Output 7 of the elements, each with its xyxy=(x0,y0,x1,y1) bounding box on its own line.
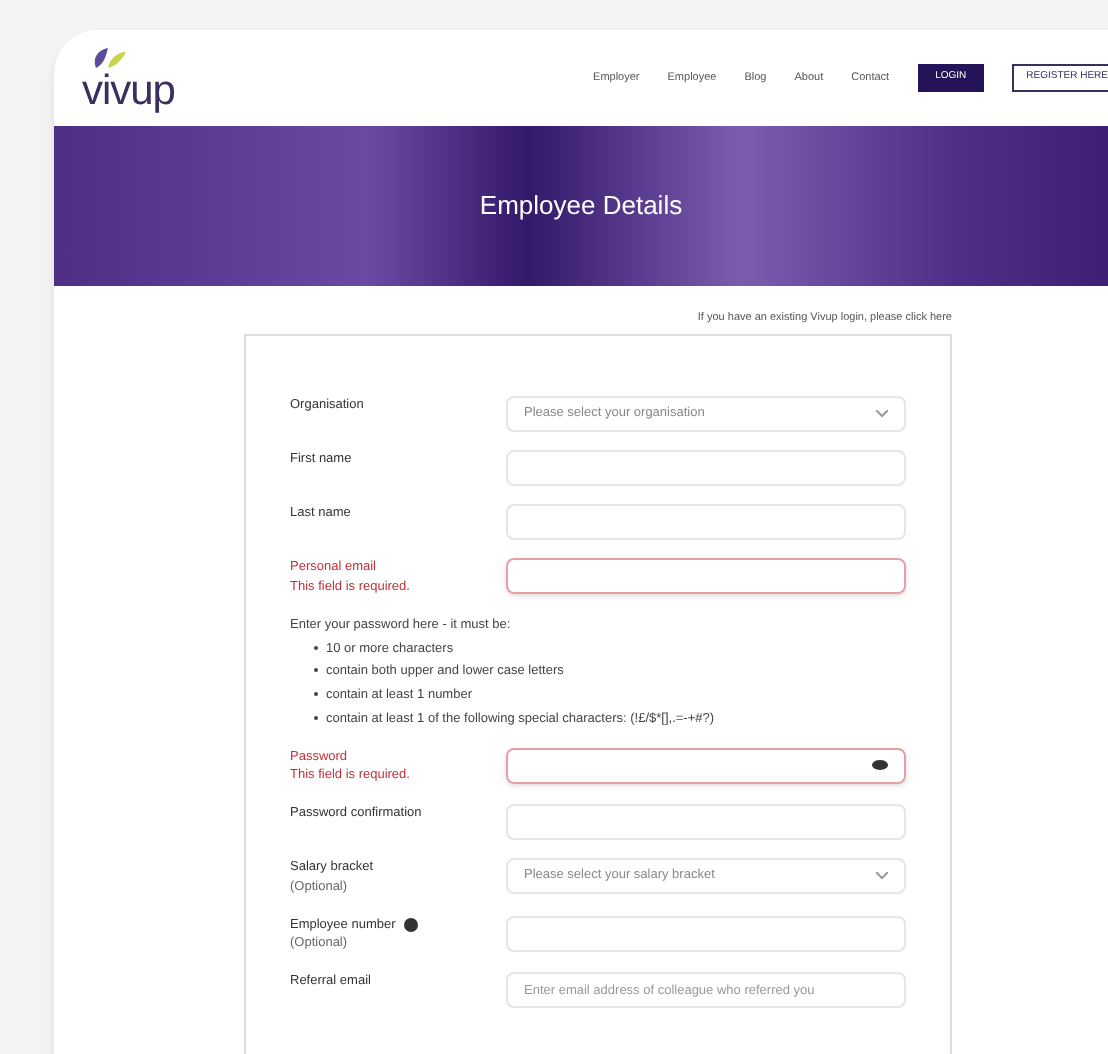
input-field[interactable] xyxy=(506,558,906,595)
chevron-down-icon xyxy=(876,410,888,419)
chevron-down-icon xyxy=(876,872,888,880)
leaf-logo-icon xyxy=(92,45,128,69)
banner-title: Employee Details xyxy=(479,188,683,225)
logo[interactable]: vivup xyxy=(82,69,175,111)
password-field[interactable] xyxy=(506,747,906,783)
